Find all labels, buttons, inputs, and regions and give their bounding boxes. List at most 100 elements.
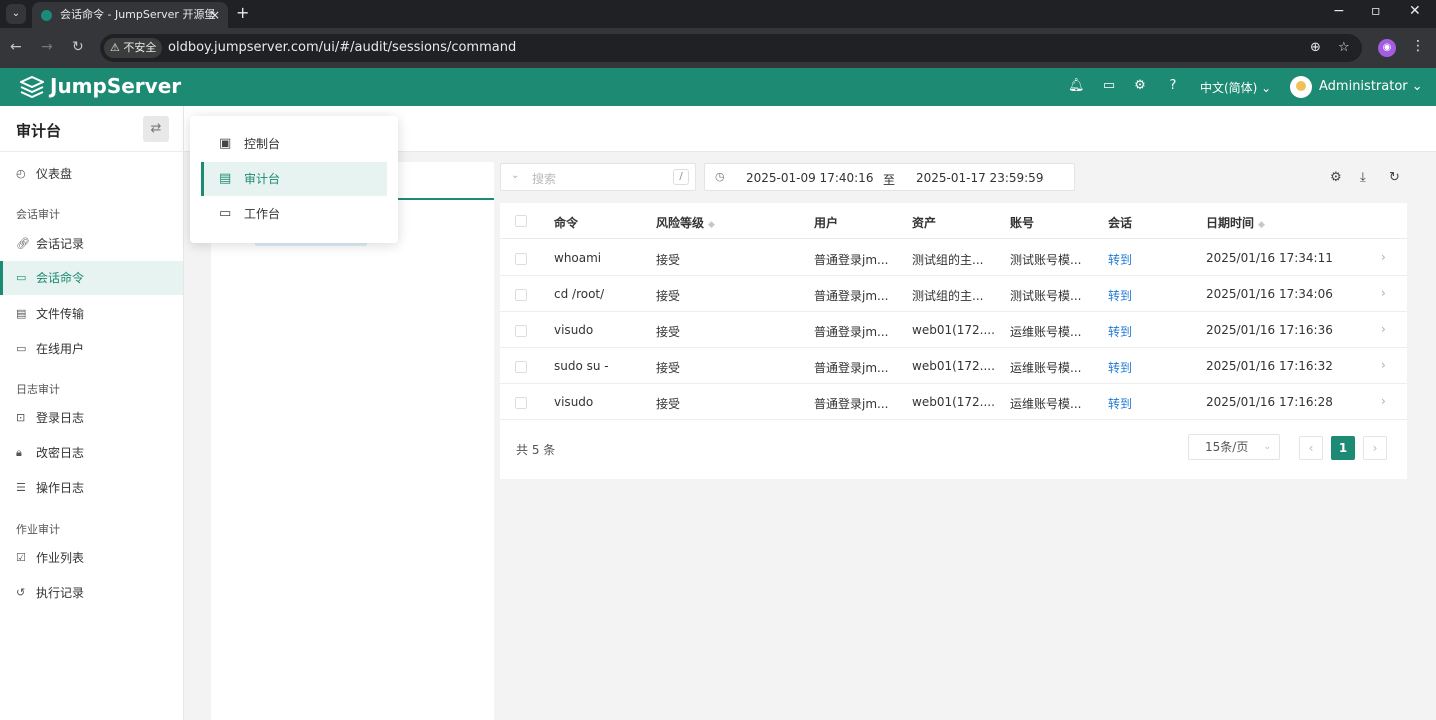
chevron-right-icon[interactable]: › bbox=[1381, 250, 1386, 264]
chevron-right-icon[interactable]: › bbox=[1381, 322, 1386, 336]
sort-icon[interactable]: ◆ bbox=[708, 220, 715, 230]
sidebar-item-login-logs[interactable]: ⊡ 登录日志 bbox=[0, 401, 183, 435]
cell-asset: web01(172.... bbox=[912, 323, 995, 337]
row-checkbox[interactable] bbox=[515, 361, 527, 373]
chevron-right-icon[interactable]: › bbox=[1381, 358, 1386, 372]
date-range-picker[interactable]: ◷ 2025-01-09 17:40:16 至 2025-01-17 23:59… bbox=[704, 163, 1075, 191]
table-row[interactable]: cd /root/ 接受 普通登录jm... 测试组的主... 测试账号模...… bbox=[500, 276, 1407, 312]
profile-avatar-icon[interactable]: ◉ bbox=[1378, 39, 1396, 57]
table-row[interactable]: visudo 接受 普通登录jm... web01(172.... 运维账号模.… bbox=[500, 312, 1407, 348]
browser-menu-icon[interactable]: ⋮ bbox=[1411, 38, 1425, 54]
goto-session-link[interactable]: 转到 bbox=[1108, 251, 1132, 268]
date-end[interactable]: 2025-01-17 23:59:59 bbox=[916, 171, 1043, 185]
tab-search-button[interactable]: ⌄ bbox=[6, 4, 26, 24]
address-bar[interactable]: ⚠ 不安全 oldboy.jumpserver.com/ui/#/audit/s… bbox=[100, 34, 1362, 62]
file-icon: ▤ bbox=[16, 307, 27, 320]
table-row[interactable]: visudo 接受 普通登录jm... web01(172.... 运维账号模.… bbox=[500, 384, 1407, 420]
table-header: 命令 风险等级 ◆ 用户 资产 账号 会话 日期时间 ◆ bbox=[500, 203, 1407, 239]
column-header-user: 用户 bbox=[814, 216, 839, 230]
cell-account: 测试账号模... bbox=[1010, 289, 1082, 303]
language-selector[interactable]: 中文(简体) ⌄ bbox=[1200, 79, 1271, 96]
search-input[interactable]: ⌄ 搜索 / bbox=[500, 163, 696, 191]
chevron-right-icon[interactable]: › bbox=[1381, 394, 1386, 408]
forward-icon[interactable]: → bbox=[41, 39, 53, 55]
sidebar-item-file-transfer[interactable]: ▤ 文件传输 bbox=[0, 297, 183, 331]
row-checkbox[interactable] bbox=[515, 325, 527, 337]
maximize-icon[interactable]: ▫ bbox=[1371, 3, 1381, 19]
table-settings-gear-icon[interactable]: ⚙ bbox=[1330, 170, 1342, 185]
sidebar-item-online-users[interactable]: ▭ 在线用户 bbox=[0, 332, 183, 366]
goto-session-link[interactable]: 转到 bbox=[1108, 323, 1132, 340]
cell-datetime: 2025/01/16 17:16:36 bbox=[1206, 323, 1333, 337]
goto-session-link[interactable]: 转到 bbox=[1108, 395, 1132, 412]
browser-tab[interactable]: 会话命令 - JumpServer 开源堡 × bbox=[32, 2, 228, 28]
user-avatar[interactable] bbox=[1290, 76, 1312, 98]
sidebar-title: 审计台 bbox=[16, 122, 62, 140]
cell-command: visudo bbox=[554, 395, 594, 409]
page-size-select[interactable]: 15条/页 ⌄ bbox=[1188, 434, 1280, 460]
next-page-button[interactable]: › bbox=[1363, 436, 1387, 460]
terminal-icon: ▭ bbox=[16, 271, 27, 284]
terminal-icon[interactable]: ▭ bbox=[1101, 78, 1117, 94]
new-tab-button[interactable]: + bbox=[236, 3, 249, 22]
menu-item-workbench[interactable]: ▭ 工作台 bbox=[190, 197, 398, 231]
url-text[interactable]: oldboy.jumpserver.com/ui/#/audit/session… bbox=[168, 34, 516, 62]
table-row[interactable]: sudo su - 接受 普通登录jm... web01(172.... 运维账… bbox=[500, 348, 1407, 384]
sidebar-item-session-commands[interactable]: ▭ 会话命令 bbox=[0, 261, 183, 295]
row-checkbox[interactable] bbox=[515, 397, 527, 409]
calendar-check-icon: ☑ bbox=[16, 551, 26, 564]
reload-icon[interactable]: ↻ bbox=[72, 39, 84, 55]
sidebar-divider bbox=[0, 151, 184, 152]
cell-asset: web01(172.... bbox=[912, 395, 995, 409]
goto-session-link[interactable]: 转到 bbox=[1108, 287, 1132, 304]
goto-session-link[interactable]: 转到 bbox=[1108, 359, 1132, 376]
sort-icon[interactable]: ◆ bbox=[1258, 220, 1265, 230]
bell-icon[interactable]: 🔔︎ bbox=[1068, 78, 1085, 94]
sidebar-item-execution-records[interactable]: ↺ 执行记录 bbox=[0, 576, 183, 610]
back-icon[interactable]: ← bbox=[10, 39, 22, 55]
settings-gear-icon[interactable]: ⚙ bbox=[1132, 78, 1148, 94]
cell-user: 普通登录jm... bbox=[814, 325, 889, 339]
menu-item-audit[interactable]: ▤ 审计台 bbox=[201, 162, 387, 196]
sidebar-item-password-change-logs[interactable]: 🔒︎ 改密日志 bbox=[0, 436, 183, 470]
cell-risk: 接受 bbox=[656, 289, 681, 303]
cell-risk: 接受 bbox=[656, 253, 681, 267]
favicon-icon bbox=[41, 10, 52, 21]
prev-page-button[interactable]: ‹ bbox=[1299, 436, 1323, 460]
logo-text[interactable]: JumpServer bbox=[50, 74, 181, 98]
date-start[interactable]: 2025-01-09 17:40:16 bbox=[746, 171, 873, 185]
window-close-icon[interactable]: ✕ bbox=[1409, 3, 1421, 19]
console-icon: ▣ bbox=[219, 136, 232, 151]
cell-datetime: 2025/01/16 17:34:06 bbox=[1206, 287, 1333, 301]
column-header-risk[interactable]: 风险等级 ◆ bbox=[656, 214, 715, 231]
cell-risk: 接受 bbox=[656, 397, 681, 411]
select-all-checkbox[interactable] bbox=[515, 215, 527, 227]
cell-risk: 接受 bbox=[656, 325, 681, 339]
sidebar-item-session-records[interactable]: 🔗︎ 会话记录 bbox=[0, 227, 183, 261]
minimize-icon[interactable]: − bbox=[1333, 3, 1345, 19]
zoom-icon[interactable]: ⊕ bbox=[1310, 34, 1321, 62]
sidebar-item-job-list[interactable]: ☑ 作业列表 bbox=[0, 541, 183, 575]
chevron-down-icon: ⌄ bbox=[511, 170, 520, 181]
row-checkbox[interactable] bbox=[515, 253, 527, 265]
column-header-asset: 资产 bbox=[912, 216, 937, 230]
cell-asset: 测试组的主... bbox=[912, 253, 984, 267]
help-icon[interactable]: ? bbox=[1165, 78, 1181, 94]
security-warning-chip[interactable]: ⚠ 不安全 bbox=[104, 38, 163, 58]
refresh-icon[interactable]: ↻ bbox=[1389, 170, 1400, 185]
menu-item-console[interactable]: ▣ 控制台 bbox=[190, 127, 398, 161]
bookmark-star-icon[interactable]: ☆ bbox=[1338, 34, 1350, 62]
chevron-right-icon[interactable]: › bbox=[1381, 286, 1386, 300]
sidebar-item-operation-logs[interactable]: ☰ 操作日志 bbox=[0, 471, 183, 505]
sidebar-item-dashboard[interactable]: ◴ 仪表盘 bbox=[0, 157, 183, 191]
page-number-current[interactable]: 1 bbox=[1331, 436, 1355, 460]
download-icon[interactable]: ⤓ bbox=[1360, 170, 1366, 185]
tab-close-icon[interactable]: × bbox=[210, 2, 220, 28]
sidebar-item-label: 改密日志 bbox=[36, 446, 85, 460]
table-row[interactable]: whoami 接受 普通登录jm... 测试组的主... 测试账号模... 转到… bbox=[500, 240, 1407, 276]
workspace-switch-button[interactable]: ⇄ bbox=[143, 116, 169, 142]
column-header-datetime[interactable]: 日期时间 ◆ bbox=[1206, 214, 1265, 231]
row-checkbox[interactable] bbox=[515, 289, 527, 301]
user-menu[interactable]: Administrator ⌄ bbox=[1319, 79, 1423, 94]
list-icon: ☰ bbox=[16, 481, 26, 494]
